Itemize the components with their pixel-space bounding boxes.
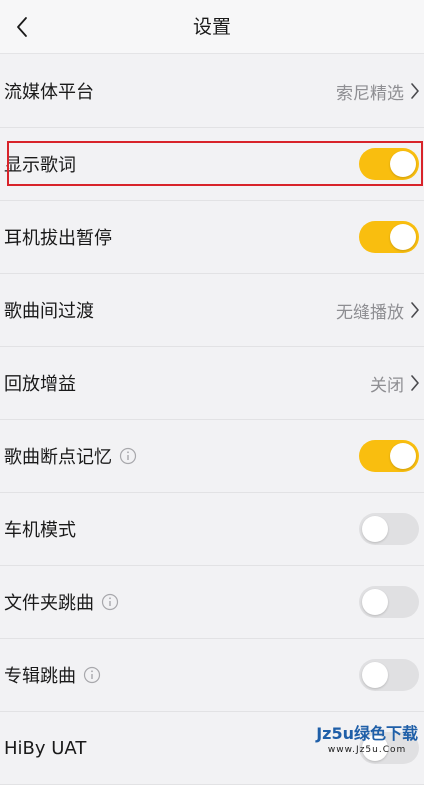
row-label: 文件夹跳曲 — [4, 593, 94, 614]
settings-row-track-transition[interactable]: 歌曲间过渡 无缝播放 — [0, 274, 424, 347]
row-control — [359, 586, 420, 618]
row-label-wrap: 流媒体平台 — [4, 78, 94, 104]
row-value: 关闭 — [370, 375, 404, 396]
settings-row-car-mode[interactable]: 车机模式 — [0, 493, 424, 566]
row-label-wrap: 歌曲间过渡 — [4, 297, 94, 323]
row-label: 流媒体平台 — [4, 82, 94, 103]
row-label-wrap: 文件夹跳曲 — [4, 589, 119, 615]
row-control — [359, 148, 420, 180]
toggle-knob — [362, 516, 388, 542]
toggle-switch[interactable] — [359, 440, 419, 472]
toggle-switch[interactable] — [359, 221, 419, 253]
toggle-knob — [390, 443, 416, 469]
watermark-logo: Jz5u绿色下载 www.Jz5u.Com — [316, 726, 418, 758]
row-control — [359, 221, 420, 253]
settings-row-replay-gain[interactable]: 回放增益 关闭 — [0, 347, 424, 420]
toggle-knob — [390, 151, 416, 177]
back-button[interactable] — [0, 0, 44, 54]
row-control — [359, 659, 420, 691]
row-label: HiBy UAT — [4, 737, 87, 759]
info-icon[interactable] — [83, 666, 101, 684]
row-label-wrap: 耳机拔出暂停 — [4, 224, 112, 250]
row-label: 专辑跳曲 — [4, 666, 76, 687]
info-icon[interactable] — [101, 593, 119, 611]
row-control: 索尼精选 — [336, 79, 420, 104]
chevron-right-icon — [410, 301, 420, 319]
row-control — [359, 513, 420, 545]
settings-row-streaming-platform[interactable]: 流媒体平台 索尼精选 — [0, 55, 424, 128]
toggle-switch[interactable] — [359, 513, 419, 545]
row-control: 无缝播放 — [336, 298, 420, 323]
row-label: 车机模式 — [4, 520, 76, 541]
row-label: 歌曲间过渡 — [4, 301, 94, 322]
row-control — [359, 440, 420, 472]
settings-row-show-lyrics[interactable]: 显示歌词 — [0, 128, 424, 201]
settings-row-folder-skip[interactable]: 文件夹跳曲 — [0, 566, 424, 639]
row-label-wrap: 显示歌词 — [4, 151, 76, 177]
row-label-wrap: HiBy UAT — [4, 738, 86, 759]
toggle-switch[interactable] — [359, 586, 419, 618]
row-value: 无缝播放 — [336, 302, 404, 323]
top-bar: 设置 — [0, 0, 424, 54]
row-label: 耳机拔出暂停 — [4, 228, 112, 249]
row-label: 回放增益 — [4, 374, 76, 395]
row-label: 显示歌词 — [4, 155, 76, 176]
row-control: 关闭 — [370, 371, 420, 396]
chevron-right-icon — [410, 374, 420, 392]
chevron-left-icon — [17, 17, 27, 37]
page-title: 设置 — [192, 16, 231, 38]
watermark-brand: Jz5u绿色下载 — [316, 724, 418, 743]
row-label: 歌曲断点记忆 — [4, 447, 112, 468]
row-value: 索尼精选 — [336, 83, 404, 104]
settings-row-unplug-pause[interactable]: 耳机拔出暂停 — [0, 201, 424, 274]
row-label-wrap: 回放增益 — [4, 370, 76, 396]
toggle-knob — [362, 589, 388, 615]
row-label-wrap: 专辑跳曲 — [4, 662, 101, 688]
toggle-knob — [362, 662, 388, 688]
settings-list: 流媒体平台 索尼精选显示歌词耳机拔出暂停 歌曲间过渡 无缝播放回放增益 关闭歌曲断点记忆… — [0, 55, 424, 785]
toggle-knob — [390, 224, 416, 250]
watermark-site: www.Jz5u.Com — [327, 745, 407, 755]
info-icon[interactable] — [119, 447, 137, 465]
row-label-wrap: 歌曲断点记忆 — [4, 443, 137, 469]
row-label-wrap: 车机模式 — [4, 516, 76, 542]
settings-row-resume-playback[interactable]: 歌曲断点记忆 — [0, 420, 424, 493]
toggle-switch[interactable] — [359, 659, 419, 691]
settings-row-album-skip[interactable]: 专辑跳曲 — [0, 639, 424, 712]
toggle-switch[interactable] — [359, 148, 419, 180]
chevron-right-icon — [410, 82, 420, 100]
